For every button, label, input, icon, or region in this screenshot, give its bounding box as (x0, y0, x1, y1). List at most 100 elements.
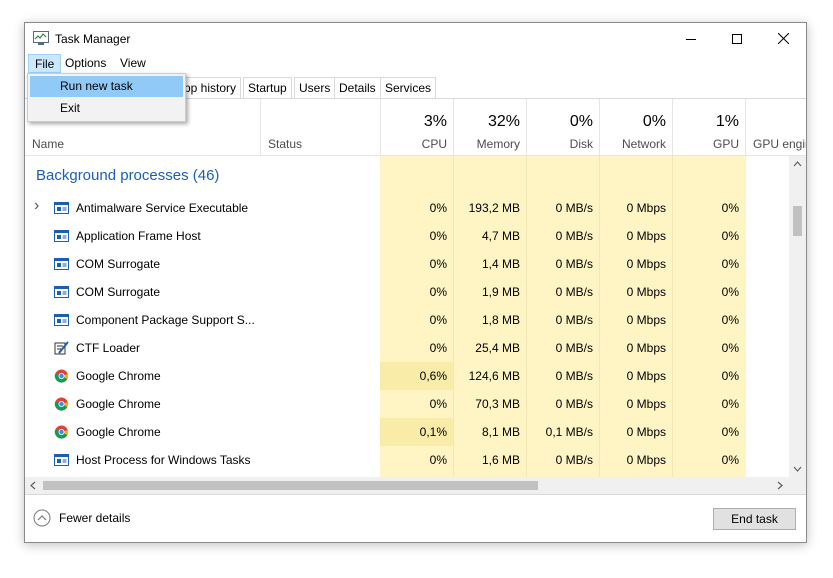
column-status-label: Status (268, 137, 303, 151)
process-name: Google Chrome (76, 397, 161, 411)
horizontal-scrollbar[interactable] (25, 477, 788, 494)
cell-network: 0 Mbps (626, 257, 666, 271)
tab-users[interactable]: Users (294, 77, 336, 98)
table-row[interactable]: COM Surrogate 0% 1,9 MB 0 MB/s 0 Mbps 0% (25, 278, 788, 306)
process-name: Application Frame Host (76, 229, 201, 243)
menu-item-exit[interactable]: Exit (30, 98, 183, 119)
gpu-total: 1% (715, 113, 739, 130)
cell-memory: 1,4 MB (481, 257, 520, 271)
table-row[interactable]: › Antimalware Service Executable 0% 193,2 M… (25, 194, 788, 222)
maximize-button[interactable] (714, 23, 760, 54)
service-window-icon (54, 286, 69, 298)
cell-cpu: 0% (429, 285, 447, 299)
disk-total: 0% (569, 113, 593, 130)
tab-details[interactable]: Details (334, 77, 381, 98)
cell-cpu: 0% (429, 313, 447, 327)
table-row[interactable]: Google Chrome 0% 70,3 MB 0 MB/s 0 Mbps 0% (25, 390, 788, 418)
cell-memory: 25,4 MB (475, 341, 520, 355)
process-list: Background processes (46) › Antimalware S… (25, 156, 788, 477)
column-network[interactable]: 0% Network (599, 99, 672, 155)
close-icon (777, 33, 789, 44)
cell-disk: 0 MB/s (555, 453, 593, 467)
table-row[interactable]: COM Surrogate 0% 1,4 MB 0 MB/s 0 Mbps 0% (25, 250, 788, 278)
cell-gpu: 0% (721, 425, 739, 439)
column-cpu-label: CPU (421, 137, 447, 151)
column-memory[interactable]: 32% Memory (453, 99, 526, 155)
menu-view[interactable]: View (114, 54, 152, 73)
column-cpu[interactable]: 3% CPU (380, 99, 453, 155)
cell-memory: 1,6 MB (481, 453, 520, 467)
column-memory-label: Memory (476, 137, 520, 151)
cell-network: 0 Mbps (626, 285, 666, 299)
cell-memory: 8,1 MB (481, 425, 520, 439)
cell-cpu: 0% (429, 201, 447, 215)
cell-memory: 70,3 MB (475, 397, 520, 411)
cell-cpu: 0% (429, 341, 447, 355)
service-window-icon (54, 230, 69, 242)
scroll-down-icon[interactable] (789, 460, 806, 477)
chrome-icon (54, 369, 69, 383)
title-bar[interactable]: Task Manager (25, 23, 806, 54)
cell-gpu: 0% (721, 341, 739, 355)
end-task-button[interactable]: End task (713, 508, 796, 530)
tab-startup[interactable]: Startup (243, 77, 292, 98)
vertical-scroll-thumb[interactable] (793, 206, 802, 236)
column-network-label: Network (621, 137, 666, 151)
minimize-button[interactable] (668, 23, 714, 54)
tab-app-history[interactable]: pp history (178, 77, 241, 98)
scroll-up-icon[interactable] (789, 156, 806, 173)
cell-memory: 4,7 MB (481, 229, 520, 243)
menu-item-run-new-task[interactable]: Run new task (30, 76, 183, 97)
column-gpu[interactable]: 1% GPU (672, 99, 745, 155)
column-gpu-engine[interactable]: GPU engin (745, 99, 806, 155)
cell-disk: 0,1 MB/s (545, 425, 593, 439)
table-row[interactable]: Google Chrome 0,6% 124,6 MB 0 MB/s 0 Mbps 0% (25, 362, 788, 390)
cell-memory: 1,9 MB (481, 285, 520, 299)
cell-disk: 0 MB/s (555, 369, 593, 383)
footer-bar: Fewer details End task (25, 494, 806, 542)
menu-file[interactable]: File (28, 54, 62, 73)
process-name: Host Process for Windows Tasks (76, 453, 251, 467)
cell-network: 0 Mbps (626, 425, 666, 439)
table-row[interactable]: Google Chrome 0,1% 8,1 MB 0,1 MB/s 0 Mbps 0% (25, 418, 788, 446)
cell-memory: 124,6 MB (468, 369, 520, 383)
table-row[interactable]: Host Process for Windows Tasks 0% 1,6 MB 0 … (25, 446, 788, 474)
cell-gpu: 0% (721, 201, 739, 215)
cell-disk: 0 MB/s (555, 285, 593, 299)
cell-cpu: 0% (429, 453, 447, 467)
column-disk[interactable]: 0% Disk (526, 99, 599, 155)
close-button[interactable] (760, 23, 806, 54)
process-name: COM Surrogate (76, 257, 161, 271)
cell-disk: 0 MB/s (555, 201, 593, 215)
chevron-up-circle-icon (33, 509, 51, 527)
table-row[interactable]: CTF Loader 0% 25,4 MB 0 MB/s 0 Mbps 0% (25, 334, 788, 362)
cell-network: 0 Mbps (626, 369, 666, 383)
window-title: Task Manager (55, 32, 131, 46)
column-name-label: Name (32, 137, 65, 151)
column-gpu-label: GPU (712, 137, 739, 151)
vertical-scrollbar[interactable] (789, 156, 806, 477)
scroll-left-icon[interactable] (25, 477, 42, 494)
cell-disk: 0 MB/s (555, 397, 593, 411)
cell-gpu: 0% (721, 285, 739, 299)
tab-services[interactable]: Services (380, 77, 437, 98)
ctf-loader-icon (54, 341, 69, 355)
process-name: Component Package Support S... (76, 313, 255, 327)
cell-memory: 193,2 MB (468, 201, 520, 215)
cell-cpu: 0% (429, 229, 447, 243)
cell-gpu: 0% (721, 453, 739, 467)
column-disk-label: Disk (569, 137, 593, 151)
minimize-icon (686, 38, 696, 40)
table-row[interactable]: Application Frame Host 0% 4,7 MB 0 MB/s 0 Mb… (25, 222, 788, 250)
column-status[interactable]: Status (260, 99, 380, 155)
scroll-right-icon[interactable] (771, 477, 788, 494)
process-name: Google Chrome (76, 369, 161, 383)
expand-chevron-icon[interactable]: › (34, 198, 44, 214)
cell-memory: 1,8 MB (481, 313, 520, 327)
table-row[interactable]: Component Package Support S... 0% 1,8 MB 0 … (25, 306, 788, 334)
cpu-total: 3% (423, 113, 447, 130)
service-window-icon (54, 258, 69, 270)
menu-options[interactable]: Options (59, 54, 112, 73)
column-gpu-engine-label: GPU engin (753, 137, 806, 151)
horizontal-scroll-thumb[interactable] (43, 481, 538, 490)
